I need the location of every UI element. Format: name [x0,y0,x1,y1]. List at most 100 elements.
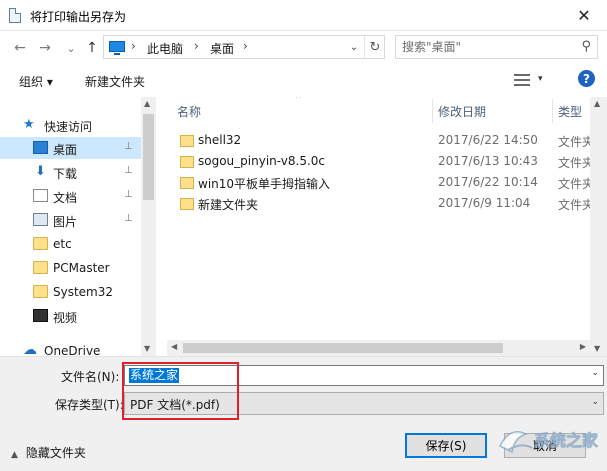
sidebar-item-desktop[interactable]: 桌面 ⊥ [0,137,141,159]
file-row[interactable]: sogou_pinyin-v8.5.0c 2017/6/13 10:43 文件夹 [167,151,607,172]
folder-icon [180,156,194,168]
sidebar-item-pictures[interactable]: 图片 ⊥ [0,209,141,231]
download-icon: ⬇ [35,164,46,179]
folder-icon [180,135,194,147]
pin-icon[interactable]: ⊥ [124,189,133,200]
address-bar[interactable]: › 此电脑 › 桌面 › ⌄ ↻ [103,35,385,59]
sidebar-item-label: 桌面 [53,143,78,157]
file-date: 2017/6/13 10:43 [438,154,538,168]
window-title: 将打印输出另存为 [30,10,127,24]
sidebar-item-documents[interactable]: 文档 ⊥ [0,185,141,207]
video-icon [33,309,48,322]
sidebar-item-onedrive[interactable]: ☁ OneDrive [0,340,141,356]
picture-icon [33,213,48,226]
scroll-down-arrow-icon[interactable]: ▼ [594,344,600,353]
chevron-up-icon: ▲ [11,450,18,460]
chevron-down-icon[interactable]: ⌄ [591,397,599,407]
search-input[interactable] [402,39,572,55]
scroll-down-arrow-icon[interactable]: ▼ [144,344,150,353]
new-folder-button[interactable]: 新建文件夹 [85,73,145,90]
watermark-logo: 系统之家 [498,431,599,454]
file-list: ^ 名称 修改日期 类型 shell32 2017/6/22 14:50 文件夹… [167,97,607,356]
sidebar-item-label: 快速访问 [44,120,93,134]
sidebar-item-label: System32 [53,285,114,299]
breadcrumb-separator[interactable]: › [131,39,136,53]
file-list-vertical-scrollbar[interactable]: ▲ ▼ [590,97,607,356]
breadcrumb-separator[interactable]: › [243,39,248,53]
view-options-icon[interactable] [514,73,530,87]
file-row[interactable]: win10平板单手拇指输入 2017/6/22 10:14 文件夹 [167,172,607,193]
search-box[interactable]: ⚲ [395,35,598,59]
scrollbar-thumb[interactable] [143,114,154,200]
column-divider[interactable] [552,99,553,123]
filename-input[interactable]: 系统之家 ⌄ [124,365,604,386]
document-icon [9,8,21,23]
folder-icon [180,177,194,189]
scroll-up-arrow-icon[interactable]: ▲ [144,99,150,108]
up-button[interactable]: ↑ [83,39,101,57]
breadcrumb-this-pc[interactable]: 此电脑 [147,40,183,57]
sidebar-item-label: 视频 [53,311,78,325]
sidebar-item-label: OneDrive [44,344,101,356]
close-button[interactable]: ✕ [561,0,607,30]
scroll-up-arrow-icon[interactable]: ▲ [594,99,600,108]
sidebar-item-label: 下载 [53,167,78,181]
filename-label: 文件名(N): [61,370,120,384]
sidebar-item-label: 图片 [53,215,78,229]
file-type: 文件夹 [558,156,595,170]
column-divider[interactable] [432,99,433,123]
breadcrumb-separator[interactable]: › [194,39,199,53]
file-type: 文件夹 [558,198,595,212]
pin-icon[interactable]: ⊥ [124,165,133,176]
sidebar-item-system32[interactable]: System32 [0,281,141,303]
title-bar: 将打印输出另存为 ✕ [0,0,607,31]
navigation-bar: ← → ⌄ ↑ › 此电脑 › 桌面 › ⌄ ↻ ⚲ [0,31,607,63]
scroll-right-arrow-icon[interactable]: ▶ [580,342,586,351]
filename-value[interactable]: 系统之家 [129,368,180,383]
sidebar-item-downloads[interactable]: ⬇ 下载 ⊥ [0,161,141,183]
organize-menu[interactable]: 组织 ▾ [19,73,53,90]
sidebar-item-label: 文档 [53,191,78,205]
file-row[interactable]: shell32 2017/6/22 14:50 文件夹 [167,130,607,151]
view-dropdown-button[interactable]: ▾ [538,74,543,84]
address-dropdown-button[interactable]: ⌄ [345,38,363,56]
filetype-select[interactable]: PDF 文档(*.pdf) ⌄ [124,392,604,415]
filetype-value: PDF 文档(*.pdf) [130,398,220,412]
help-button[interactable]: ? [578,70,595,87]
refresh-button[interactable]: ↻ [364,36,385,58]
document-icon [33,189,48,202]
sidebar-item-label: etc [53,237,72,251]
pin-icon[interactable]: ⊥ [124,141,133,152]
sidebar-item-label: PCMaster [53,261,110,275]
folder-icon [33,261,48,274]
star-icon: ★ [23,117,35,132]
file-list-horizontal-scrollbar[interactable]: ◀ ▶ [167,340,590,356]
forward-button[interactable]: → [36,39,54,57]
sidebar-item-videos[interactable]: 视频 [0,305,141,327]
sidebar-scrollbar[interactable]: ▲ ▼ [141,97,156,356]
sidebar-item-quick-access[interactable]: ★ 快速访问 [0,114,141,136]
recent-locations-button[interactable]: ⌄ [62,39,80,57]
scroll-left-arrow-icon[interactable]: ◀ [171,342,177,351]
file-name: sogou_pinyin-v8.5.0c [198,154,325,168]
file-row[interactable]: 新建文件夹 2017/6/9 11:04 文件夹 [167,193,607,214]
cloud-icon: ☁ [23,342,37,356]
back-button[interactable]: ← [11,39,29,57]
sort-ascending-icon: ^ [295,97,302,103]
column-header-date[interactable]: 修改日期 [438,103,486,120]
column-header-name[interactable]: 名称 [177,103,201,120]
column-header-type[interactable]: 类型 [558,103,582,120]
save-button[interactable]: 保存(S) [405,433,487,458]
sidebar-item-pcmaster[interactable]: PCMaster [0,257,141,279]
scrollbar-thumb[interactable] [183,343,503,353]
breadcrumb-desktop[interactable]: 桌面 [210,40,234,57]
hide-folders-toggle[interactable]: ▲ 隐藏文件夹 [11,444,86,461]
svg-text:系统之家: 系统之家 [534,431,599,450]
file-name: win10平板单手拇指输入 [198,177,331,191]
file-date: 2017/6/22 10:14 [438,175,538,189]
sidebar-item-etc[interactable]: etc [0,233,141,255]
folder-icon [180,198,194,210]
file-name: shell32 [198,133,242,147]
pin-icon[interactable]: ⊥ [124,213,133,224]
chevron-down-icon[interactable]: ⌄ [591,368,599,378]
